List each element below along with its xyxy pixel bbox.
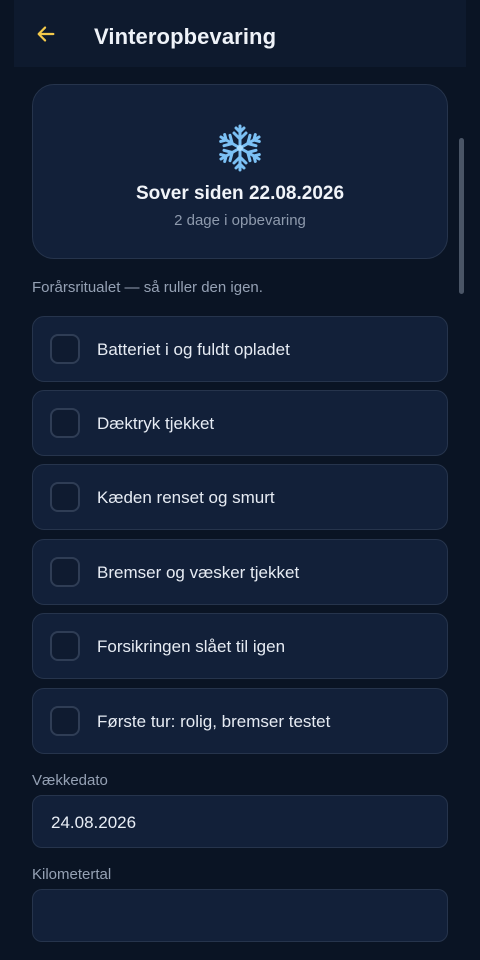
checklist-intro: Forårsritualet — så ruller den igen. — [32, 279, 263, 296]
checklist-item-label: Batteriet i og fuldt opladet — [97, 340, 290, 359]
checklist-item-label: Bremser og væsker tjekket — [97, 563, 300, 582]
checkbox[interactable] — [50, 557, 80, 587]
app-bar: Vinteropbevaring — [14, 0, 466, 67]
arrow-left-icon — [37, 26, 55, 42]
wake-date-field[interactable]: 24.08.2026 — [32, 795, 448, 848]
checklist-item[interactable]: Bremser og væsker tjekket — [32, 539, 448, 605]
page-title: Vinteropbevaring — [94, 24, 277, 49]
checklist-item[interactable]: Kæden renset og smurt — [32, 464, 448, 530]
checkbox[interactable] — [50, 408, 80, 438]
mileage-label: Kilometertal — [32, 866, 112, 883]
mileage-field[interactable] — [32, 889, 448, 942]
checklist-item-label: Kæden renset og smurt — [97, 488, 275, 507]
checklist-item-label: Forsikringen slået til igen — [97, 637, 286, 656]
app-screen: Vinteropbevaring Sover siden 22.08.2026 … — [0, 0, 480, 960]
checkbox[interactable] — [50, 334, 80, 364]
storage-status-card — [32, 84, 448, 259]
checklist-item-label: Første tur: rolig, bremser testet — [97, 712, 331, 731]
checkbox[interactable] — [50, 631, 80, 661]
snowflake-icon — [33, 122, 447, 174]
storage-duration: 2 dage i opbevaring — [174, 212, 306, 229]
checklist-item[interactable]: Dæktryk tjekket — [32, 390, 448, 456]
checklist-item[interactable]: Første tur: rolig, bremser testet — [32, 688, 448, 754]
checklist-item[interactable]: Batteriet i og fuldt opladet — [32, 316, 448, 382]
back-button[interactable] — [34, 22, 58, 46]
storage-since-title: Sover siden 22.08.2026 — [135, 183, 345, 204]
checkbox[interactable] — [50, 706, 80, 736]
checklist-item-label: Dæktryk tjekket — [97, 414, 215, 433]
checkbox[interactable] — [50, 482, 80, 512]
wake-date-label: Vækkedato — [32, 772, 108, 789]
checklist-item[interactable]: Forsikringen slået til igen — [32, 613, 448, 679]
